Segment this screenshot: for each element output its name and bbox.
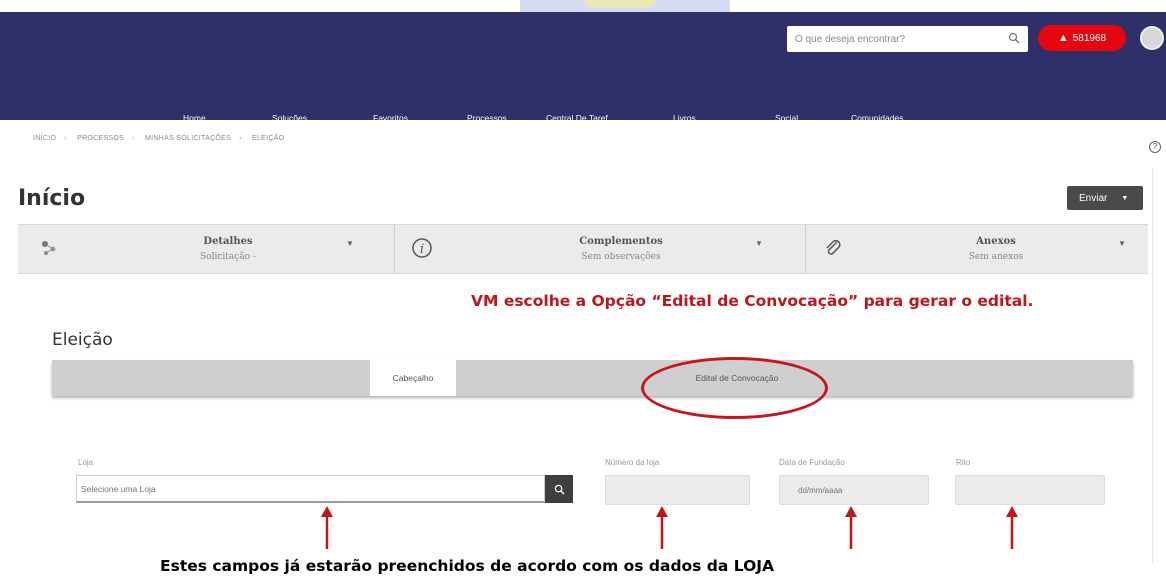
search-icon[interactable] [1008, 32, 1020, 44]
attachments-subtitle: Sem anexos [968, 252, 1024, 262]
chevron-down-icon: ▼ [346, 239, 354, 248]
loja-search-button[interactable] [545, 475, 573, 503]
nav-item-central-tarefas[interactable]: Central De Taref... [546, 113, 615, 123]
loja-label: Loja [78, 458, 94, 467]
nav-item-mais[interactable]: Mais [974, 118, 992, 128]
chevron-down-icon: ▼ [1118, 239, 1126, 248]
attachments-title: Anexos [976, 236, 1016, 247]
breadcrumb: INÍCIO › PROCESSOS › MINHAS SOLICITAÇÕES › … [33, 135, 285, 142]
info-icon: i [411, 237, 433, 259]
annotation-top: VM escolhe a Opção “Edital de Convocação… [471, 292, 1034, 310]
rito-field [955, 475, 1105, 505]
chevron-down-icon: ▼ [755, 239, 763, 248]
annotation-arrow-up-icon [845, 506, 857, 549]
search-icon [554, 484, 565, 495]
avatar[interactable] [1140, 26, 1164, 50]
chevron-down-icon: ▼ [1121, 194, 1129, 202]
details-subtitle: Solicitação - [200, 252, 256, 262]
rito-label: Rito [956, 458, 971, 467]
nav-item-social[interactable]: Social [775, 113, 798, 123]
top-decoration [0, 0, 1166, 12]
svg-text:i: i [420, 242, 424, 257]
annotation-arrow-up-icon [1006, 506, 1018, 549]
nav-item-comunidades[interactable]: Comunidades [851, 113, 903, 123]
info-bar: Detalhes Solicitação - ▼ i Complementos … [18, 224, 1148, 274]
data-fundacao-field [779, 475, 929, 505]
annotation-arrow-up-icon [656, 506, 668, 549]
nav-item-solucoes[interactable]: Soluções [272, 113, 307, 123]
page: ▲ 581968 Home Soluções Favoritos Process… [0, 0, 1166, 583]
workflow-icon [38, 237, 60, 259]
help-icon[interactable]: ? [1149, 141, 1161, 153]
paperclip-icon [822, 237, 844, 259]
main-nav: Home Soluções Favoritos Processos Centra… [0, 108, 1166, 132]
annotation-ellipse [641, 357, 828, 419]
banner-decoration-accent [585, 0, 655, 8]
page-title: Início [18, 186, 86, 211]
alert-badge[interactable]: ▲ 581968 [1038, 25, 1126, 51]
nav-item-favoritos[interactable]: Favoritos [373, 113, 408, 123]
nav-item-processos[interactable]: Processos [467, 113, 507, 123]
numero-loja-label: Número da loja [605, 458, 660, 467]
loja-input[interactable] [76, 475, 545, 503]
annotation-bottom: Estes campos já estarão preenchidos de a… [160, 557, 775, 575]
complements-subtitle: Sem observações [581, 252, 661, 262]
breadcrumb-eleicao: ELEIÇÃO [252, 135, 285, 142]
details-section[interactable]: Detalhes Solicitação - ▼ [18, 225, 393, 273]
send-button[interactable]: Enviar ▼ [1067, 186, 1143, 210]
form-tabs: Cabeçalho Edital de Convocação [52, 360, 1133, 396]
search-box[interactable] [787, 26, 1028, 52]
attachments-section[interactable]: Anexos Sem anexos ▼ [806, 225, 1148, 273]
content-divider [1152, 168, 1153, 563]
breadcrumb-solicitacoes[interactable]: MINHAS SOLICITAÇÕES [145, 135, 231, 142]
warning-triangle-icon: ▲ [1057, 32, 1069, 44]
app-header: ▲ 581968 Home Soluções Favoritos Process… [0, 12, 1166, 128]
search-input[interactable] [795, 30, 995, 48]
complements-section[interactable]: i Complementos Sem observações ▼ [395, 225, 805, 273]
details-title: Detalhes [203, 236, 253, 247]
nav-item-livros[interactable]: Livros [673, 113, 696, 123]
annotation-arrow-up-icon [321, 506, 333, 549]
breadcrumb-processos[interactable]: PROCESSOS [77, 135, 124, 142]
section-title: Eleição [52, 330, 113, 350]
breadcrumb-inicio[interactable]: INÍCIO [33, 135, 56, 142]
tab-cabecalho[interactable]: Cabeçalho [370, 360, 456, 396]
nav-item-home[interactable]: Home [183, 113, 206, 123]
numero-loja-field [605, 475, 750, 505]
alert-count: 581968 [1072, 32, 1107, 44]
send-button-label: Enviar [1079, 192, 1108, 204]
complements-title: Complementos [579, 236, 663, 247]
data-fundacao-label: Data de Fundação [779, 458, 845, 467]
